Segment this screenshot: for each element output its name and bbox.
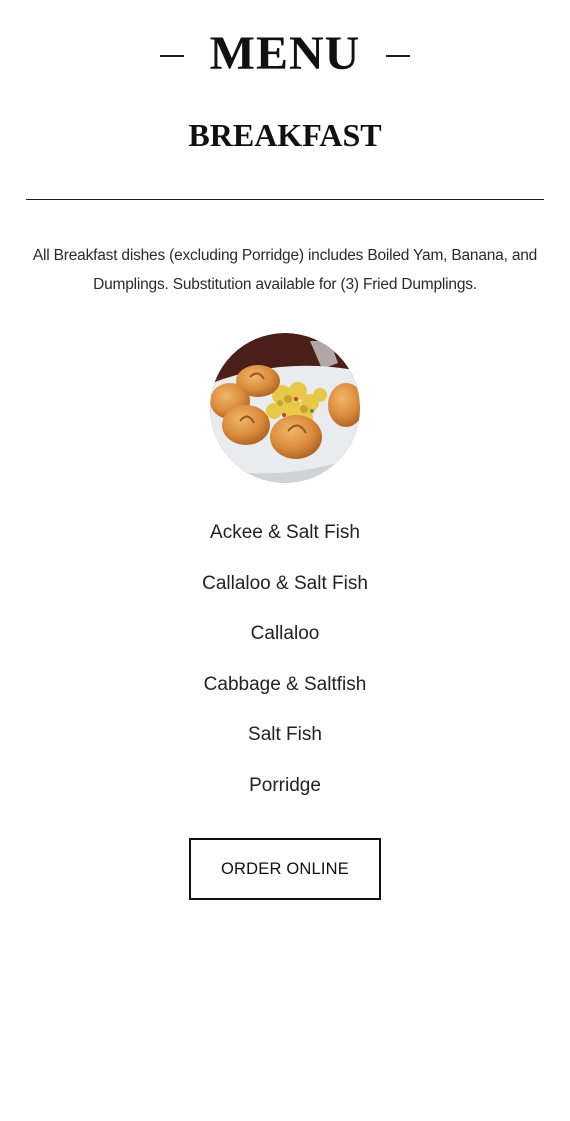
breakfast-dish-photo xyxy=(210,333,360,483)
list-item: Callaloo xyxy=(250,623,320,645)
list-item: Callaloo & Salt Fish xyxy=(202,572,368,594)
list-item: Salt Fish xyxy=(248,724,322,746)
section-divider xyxy=(26,199,544,200)
section-title: BREAKFAST xyxy=(188,117,382,153)
page-title: MENU xyxy=(209,27,361,80)
dish-illustration xyxy=(210,333,360,483)
menu-heading: MENU xyxy=(0,26,570,82)
list-item: Porridge xyxy=(249,774,321,796)
section-description: All Breakfast dishes (excluding Porridge… xyxy=(32,247,538,293)
list-item: Ackee & Salt Fish xyxy=(210,522,360,543)
breakfast-item-list: Ackee & Salt Fish Callaloo & Salt Fish C… xyxy=(0,514,570,818)
left-dash-decoration xyxy=(159,55,184,57)
order-online-button[interactable]: ORDER ONLINE xyxy=(189,838,381,900)
right-dash-decoration xyxy=(386,55,411,57)
list-item: Cabbage & Saltfish xyxy=(203,673,367,695)
